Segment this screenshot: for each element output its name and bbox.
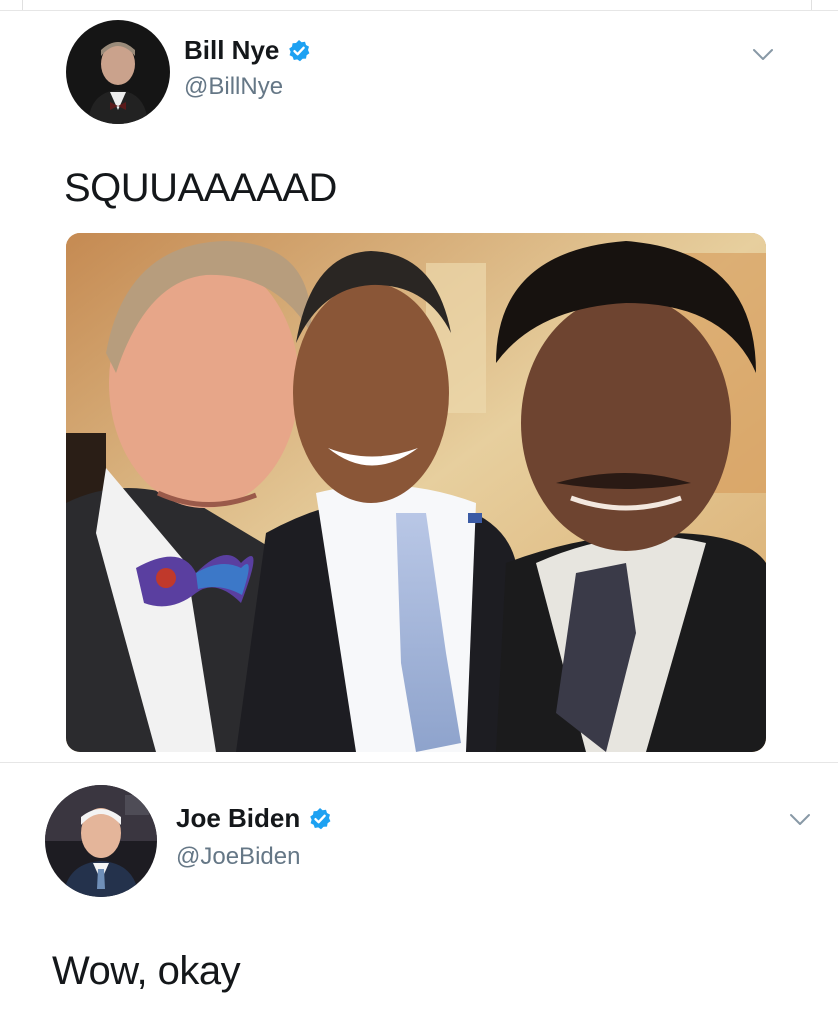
selfie-photo: [66, 233, 766, 752]
author-name-row: Joe Biden: [176, 803, 332, 834]
author-handle[interactable]: @JoeBiden: [176, 843, 300, 871]
author-avatar[interactable]: [66, 20, 170, 124]
avatar-image: [45, 785, 157, 897]
chevron-down-icon[interactable]: [752, 48, 774, 62]
tweet-text: Wow, okay: [52, 949, 241, 993]
author-avatar[interactable]: [45, 785, 157, 897]
tweet-photo[interactable]: [66, 233, 766, 752]
verified-badge-icon: [287, 39, 311, 63]
verified-badge-icon: [308, 807, 332, 831]
author-name-row: Bill Nye: [184, 35, 311, 66]
author-display-name[interactable]: Joe Biden: [176, 803, 300, 834]
author-display-name[interactable]: Bill Nye: [184, 35, 279, 66]
tweet-text: SQUUAAAAAD: [64, 166, 337, 210]
chevron-down-icon[interactable]: [789, 813, 811, 827]
divider-tick: [811, 0, 812, 10]
avatar-image: [66, 20, 170, 124]
tweet-card[interactable]: Joe Biden @JoeBiden Wow, okay: [0, 762, 838, 1025]
tweet-card[interactable]: Bill Nye @BillNye SQUUAAAAAD: [0, 11, 838, 760]
author-handle[interactable]: @BillNye: [184, 73, 283, 101]
divider-tick: [22, 0, 23, 10]
